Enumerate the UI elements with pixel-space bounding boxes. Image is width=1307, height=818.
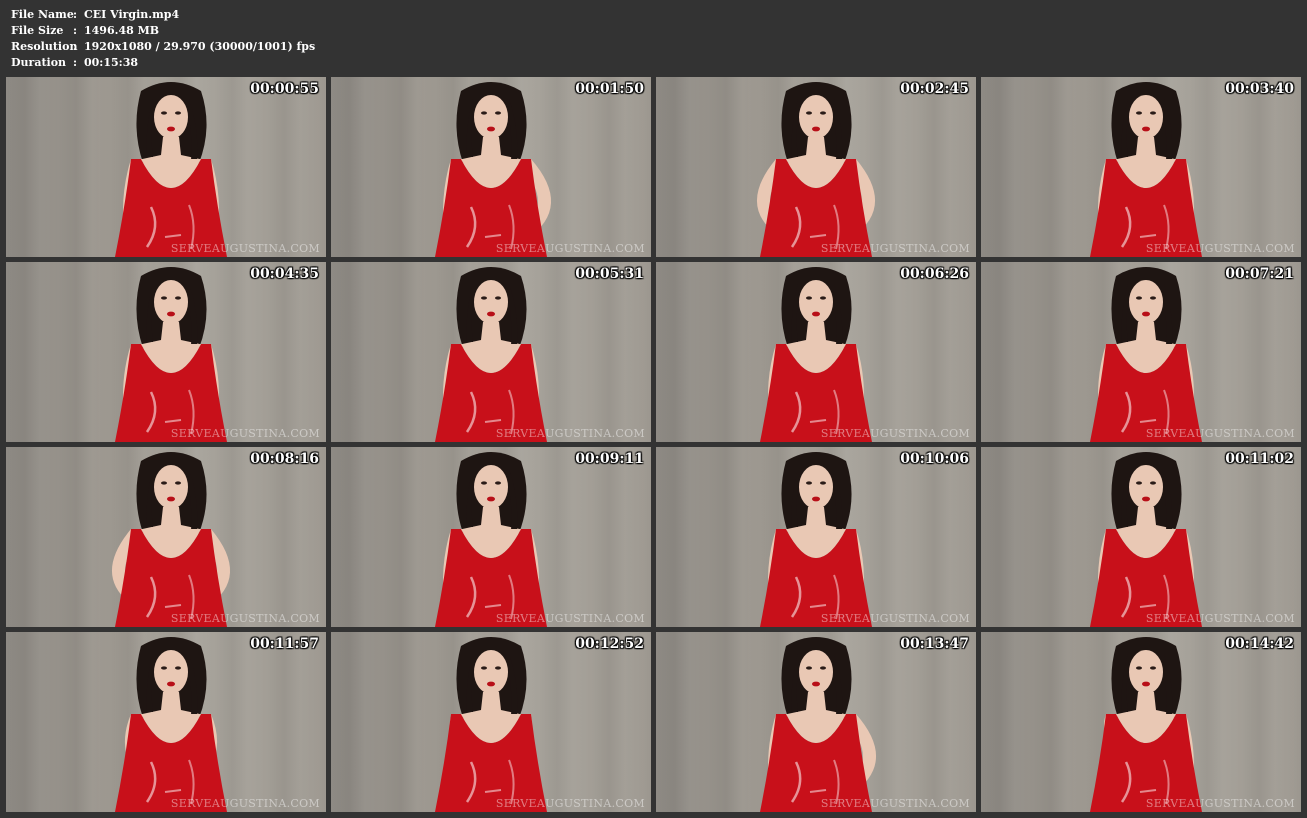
thumbnail-timestamp: 00:10:06 xyxy=(900,451,969,467)
watermark-text: SERVEAUGUSTINA.COM xyxy=(820,797,970,810)
watermark-text: SERVEAUGUSTINA.COM xyxy=(1145,242,1295,255)
separator: : xyxy=(73,8,78,21)
video-thumbnail[interactable]: 00:14:42 SERVEAUGUSTINA.COM xyxy=(981,632,1301,812)
video-thumbnail[interactable]: 00:07:21 SERVEAUGUSTINA.COM xyxy=(981,262,1301,442)
video-thumbnail[interactable]: 00:00:55 SERVEAUGUSTINA.COM xyxy=(6,77,326,257)
watermark-text: SERVEAUGUSTINA.COM xyxy=(1145,612,1295,625)
file-name-value: CEI Virgin.mp4 xyxy=(84,8,180,21)
resolution-row: Resolution : 1920x1080 / 29.970 (30000/1… xyxy=(11,39,315,55)
duration-row: Duration : 00:15:38 xyxy=(11,55,315,71)
thumbnail-timestamp: 00:07:21 xyxy=(1225,266,1294,282)
watermark-text: SERVEAUGUSTINA.COM xyxy=(495,242,645,255)
thumbnail-timestamp: 00:14:42 xyxy=(1225,636,1294,652)
separator: : xyxy=(73,56,78,69)
video-thumbnail[interactable]: 00:04:35 SERVEAUGUSTINA.COM xyxy=(6,262,326,442)
duration-label: Duration xyxy=(11,56,67,69)
file-name-row: File Name : CEI Virgin.mp4 xyxy=(11,7,315,23)
watermark-text: SERVEAUGUSTINA.COM xyxy=(820,242,970,255)
video-thumbnail[interactable]: 00:08:16 SERVEAUGUSTINA.COM xyxy=(6,447,326,627)
video-thumbnail[interactable]: 00:10:06 SERVEAUGUSTINA.COM xyxy=(656,447,976,627)
watermark-text: SERVEAUGUSTINA.COM xyxy=(820,612,970,625)
video-thumbnail[interactable]: 00:01:50 SERVEAUGUSTINA.COM xyxy=(331,77,651,257)
watermark-text: SERVEAUGUSTINA.COM xyxy=(1145,797,1295,810)
watermark-text: SERVEAUGUSTINA.COM xyxy=(820,427,970,440)
thumbnail-timestamp: 00:00:55 xyxy=(250,81,319,97)
resolution-label: Resolution xyxy=(11,40,78,53)
video-thumbnail[interactable]: 00:11:57 SERVEAUGUSTINA.COM xyxy=(6,632,326,812)
thumbnail-timestamp: 00:06:26 xyxy=(900,266,969,282)
file-size-row: File Size : 1496.48 MB xyxy=(11,23,315,39)
watermark-text: SERVEAUGUSTINA.COM xyxy=(495,612,645,625)
thumbnail-timestamp: 00:09:11 xyxy=(575,451,644,467)
file-name-label: File Name xyxy=(11,8,74,21)
watermark-text: SERVEAUGUSTINA.COM xyxy=(495,797,645,810)
watermark-text: SERVEAUGUSTINA.COM xyxy=(1145,427,1295,440)
watermark-text: SERVEAUGUSTINA.COM xyxy=(170,797,320,810)
video-thumbnail[interactable]: 00:05:31 SERVEAUGUSTINA.COM xyxy=(331,262,651,442)
file-size-value: 1496.48 MB xyxy=(84,24,160,37)
video-thumbnail[interactable]: 00:12:52 SERVEAUGUSTINA.COM xyxy=(331,632,651,812)
file-size-label: File Size xyxy=(11,24,64,37)
video-thumbnail[interactable]: 00:02:45 SERVEAUGUSTINA.COM xyxy=(656,77,976,257)
thumbnail-timestamp: 00:04:35 xyxy=(250,266,319,282)
video-thumbnail[interactable]: 00:09:11 SERVEAUGUSTINA.COM xyxy=(331,447,651,627)
thumbnail-timestamp: 00:01:50 xyxy=(575,81,644,97)
thumbnail-timestamp: 00:13:47 xyxy=(900,636,969,652)
resolution-value: 1920x1080 / 29.970 (30000/1001) fps xyxy=(84,40,316,53)
thumbnail-grid: 00:00:55 SERVEAUGUSTINA.COM 00:01:50 SER… xyxy=(6,77,1302,812)
thumbnail-timestamp: 00:11:02 xyxy=(1225,451,1294,467)
watermark-text: SERVEAUGUSTINA.COM xyxy=(170,612,320,625)
video-thumbnail[interactable]: 00:11:02 SERVEAUGUSTINA.COM xyxy=(981,447,1301,627)
thumbnail-timestamp: 00:02:45 xyxy=(900,81,969,97)
file-info-header: File Name : CEI Virgin.mp4 File Size : 1… xyxy=(11,7,315,71)
watermark-text: SERVEAUGUSTINA.COM xyxy=(170,242,320,255)
video-thumbnail[interactable]: 00:13:47 SERVEAUGUSTINA.COM xyxy=(656,632,976,812)
thumbnail-timestamp: 00:08:16 xyxy=(250,451,319,467)
duration-value: 00:15:38 xyxy=(84,56,139,69)
thumbnail-timestamp: 00:03:40 xyxy=(1225,81,1294,97)
separator: : xyxy=(73,24,78,37)
watermark-text: SERVEAUGUSTINA.COM xyxy=(495,427,645,440)
video-thumbnail[interactable]: 00:06:26 SERVEAUGUSTINA.COM xyxy=(656,262,976,442)
watermark-text: SERVEAUGUSTINA.COM xyxy=(170,427,320,440)
video-thumbnail[interactable]: 00:03:40 SERVEAUGUSTINA.COM xyxy=(981,77,1301,257)
thumbnail-timestamp: 00:05:31 xyxy=(575,266,644,282)
separator: : xyxy=(73,40,78,53)
thumbnail-timestamp: 00:11:57 xyxy=(250,636,319,652)
thumbnail-timestamp: 00:12:52 xyxy=(575,636,644,652)
